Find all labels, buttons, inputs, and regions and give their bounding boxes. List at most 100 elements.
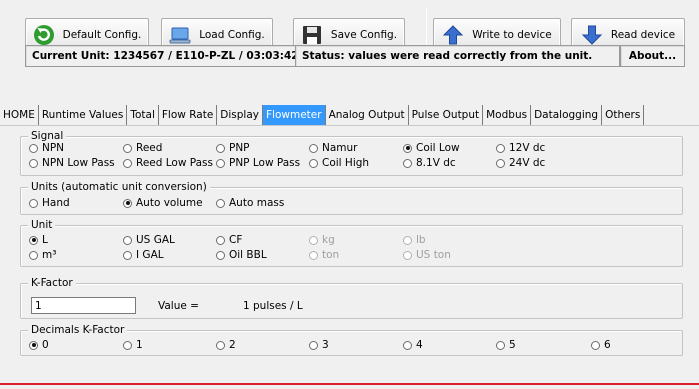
unit-option-label: I GAL [136,249,164,261]
radio-button-icon [403,250,412,260]
radio-button-icon [216,250,225,260]
radio-button-icon [591,340,600,350]
unit-option-label: CF [229,234,243,246]
tab-flow-rate[interactable]: Flow Rate [159,105,218,125]
radio-button-icon [403,143,412,153]
unit-radio-m³[interactable]: m³ [29,249,56,261]
signal-radio-pnp[interactable]: PNP [216,142,250,154]
signal-group: Signal NPN Reed PNP Namur Coil Low 12V dc NPN … [20,130,683,176]
unit-radio-us-gal[interactable]: US GAL [123,234,175,246]
unit-radio-lb[interactable]: lb [403,234,426,246]
signal-radio-npn-low-pass[interactable]: NPN Low Pass [29,157,115,169]
decimals-radio-4[interactable]: 4 [403,339,423,351]
radio-button-icon [123,158,132,168]
kfactor-group: K-Factor Value = 1 pulses / L [20,277,683,319]
tab-modbus[interactable]: Modbus [483,105,532,125]
signal-radio-12v-dc[interactable]: 12V dc [496,142,545,154]
radio-button-icon [216,235,225,245]
radio-button-icon [403,235,412,245]
save-config-label: Save Config. [330,29,398,41]
unit-option-label: L [42,234,48,246]
tab-runtime-values[interactable]: Runtime Values [39,105,128,125]
tab-others[interactable]: Others [602,105,645,125]
radio-button-icon [309,158,318,168]
default-config-label: Default Config. [62,29,142,41]
signal-radio-npn[interactable]: NPN [29,142,64,154]
refresh-icon [33,24,55,46]
load-config-label: Load Config. [199,29,265,41]
decimals-radio-2[interactable]: 2 [216,339,236,351]
units-option-label: Auto mass [229,197,285,209]
decimals-radio-3[interactable]: 3 [309,339,329,351]
decimals-radio-1[interactable]: 1 [123,339,143,351]
decimals-group-title: Decimals K-Factor [28,324,128,336]
signal-radio-pnp-low-pass[interactable]: PNP Low Pass [216,157,300,169]
radio-button-icon [216,198,225,208]
signal-group-title: Signal [28,130,67,142]
about-button[interactable]: About... [620,45,685,67]
unit-option-label: m³ [42,249,57,261]
signal-radio-24v-dc[interactable]: 24V dc [496,157,545,169]
tab-home[interactable]: HOME [0,105,39,125]
write-to-device-label: Write to device [472,29,552,41]
unit-radio-ton[interactable]: ton [309,249,339,261]
unit-option-label: lb [416,234,426,246]
units-radio-auto-volume[interactable]: Auto volume [123,197,203,209]
decimals-radio-5[interactable]: 5 [496,339,516,351]
decimals-option-label: 4 [416,339,423,351]
unit-radio-kg[interactable]: kg [309,234,335,246]
tab-display[interactable]: Display [217,105,263,125]
arrow-up-icon [442,24,464,46]
signal-option-label: Coil Low [416,142,460,154]
signal-option-label: PNP Low Pass [229,157,301,169]
read-device-label: Read device [610,29,676,41]
unit-radio-oil-bbl[interactable]: Oil BBL [216,249,267,261]
signal-option-label: 12V dc [509,142,546,154]
signal-radio-reed-low-pass[interactable]: Reed Low Pass [123,157,213,169]
decimals-radio-0[interactable]: 0 [29,339,49,351]
radio-button-icon [403,340,412,350]
unit-option-label: kg [322,234,335,246]
kfactor-value-label: Value = [158,300,199,312]
units-radio-hand[interactable]: Hand [29,197,70,209]
unit-radio-us-ton[interactable]: US ton [403,249,451,261]
radio-button-icon [309,250,318,260]
radio-button-icon [496,340,505,350]
tab-flowmeter[interactable]: Flowmeter [263,105,326,125]
kfactor-input[interactable] [31,297,136,314]
unit-radio-i-gal[interactable]: I GAL [123,249,164,261]
radio-button-icon [123,250,132,260]
units-radio-auto-mass[interactable]: Auto mass [216,197,284,209]
tab-analog-output[interactable]: Analog Output [326,105,409,125]
signal-radio-coil-high[interactable]: Coil High [309,157,369,169]
radio-button-icon [123,198,132,208]
radio-button-icon [29,143,38,153]
signal-radio-namur[interactable]: Namur [309,142,358,154]
tab-datalogging[interactable]: Datalogging [531,105,603,125]
decimals-option-label: 0 [42,339,49,351]
kfactor-value-text: 1 pulses / L [243,300,303,312]
tab-bar: HOME Runtime Values Total Flow Rate Display F… [0,105,645,125]
decimals-radio-6[interactable]: 6 [591,339,611,351]
app-window: Default Config. Load Config. Save Config… [0,0,699,389]
radio-button-icon [496,143,505,153]
radio-button-icon [216,158,225,168]
signal-radio-reed[interactable]: Reed [123,142,162,154]
unit-group: Unit L US GAL CF kg lb m³ I GAL Oil BBL ton US to… [20,219,683,267]
laptop-icon [169,24,191,46]
signal-radio-8-1v-dc[interactable]: 8.1V dc [403,157,456,169]
decimals-option-label: 2 [229,339,236,351]
units-option-label: Hand [42,197,70,209]
unit-radio-cf[interactable]: CF [216,234,242,246]
tab-total[interactable]: Total [127,105,159,125]
tab-pulse-output[interactable]: Pulse Output [409,105,484,125]
unit-option-label: Oil BBL [229,249,267,261]
kfactor-group-title: K-Factor [28,277,76,289]
radio-button-icon [29,158,38,168]
radio-button-icon [123,143,132,153]
signal-radio-coil-low[interactable]: Coil Low [403,142,460,154]
unit-radio-l[interactable]: L [29,234,48,246]
radio-button-icon [29,198,38,208]
status-bar: Current Unit: 1234567 / E110-P-ZL / 03:0… [13,45,685,67]
signal-option-label: PNP [229,142,250,154]
